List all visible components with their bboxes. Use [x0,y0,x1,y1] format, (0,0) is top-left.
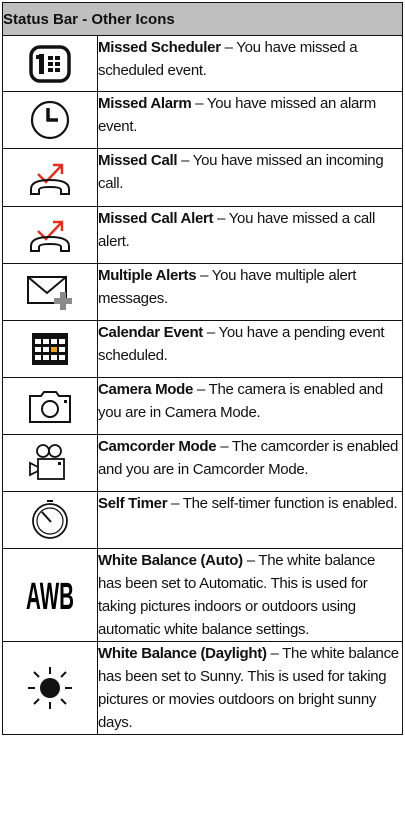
status-bar-icons-table: Status Bar - Other Icons Missed Schedule… [2,2,403,735]
row-text: – The self-timer function is enabled. [167,495,398,512]
table-row: AWB White Balance (Auto) – The white bal… [2,548,403,642]
row-description: Self Timer – The self-timer function is … [97,491,403,549]
table-row: Self Timer – The self-timer function is … [2,491,403,549]
row-description: Missed Scheduler – You have missed a sch… [97,35,403,92]
missed-alarm-icon [2,91,98,149]
row-description: Calendar Event – You have a pending even… [97,320,403,378]
row-title: Calendar Event [98,324,204,341]
table-row: Missed Call – You have missed an incomin… [2,148,403,207]
row-title: White Balance (Auto) [98,552,243,569]
table-row: Camcorder Mode – The camcorder is enable… [2,434,403,492]
row-description: Multiple Alerts – You have multiple aler… [97,263,403,321]
row-title: White Balance (Daylight) [98,645,267,662]
row-description: White Balance (Auto) – The white balance… [97,548,403,642]
row-title: Missed Call [98,152,178,169]
page: Status Bar - Other Icons Missed Schedule… [0,0,405,818]
row-description: Camcorder Mode – The camcorder is enable… [97,434,403,492]
row-title: Missed Alarm [98,95,192,112]
table-row: White Balance (Daylight) – The white bal… [2,641,403,735]
self-timer-icon [2,491,98,549]
table-row: Missed Call Alert – You have missed a ca… [2,206,403,264]
row-description: Missed Alarm – You have missed an alarm … [97,91,403,149]
table-header: Status Bar - Other Icons [2,2,403,36]
sun-icon [2,641,98,735]
row-title: Camera Mode [98,381,194,398]
row-title: Camcorder Mode [98,438,217,455]
table-row: Calendar Event – You have a pending even… [2,320,403,378]
table-header-row: Status Bar - Other Icons [2,2,403,36]
row-description: White Balance (Daylight) – The white bal… [97,641,403,735]
camcorder-mode-icon [2,434,98,492]
awb-icon-label: AWB [26,576,74,615]
table-row: Multiple Alerts – You have multiple aler… [2,263,403,321]
row-title: Missed Scheduler [98,39,221,56]
table-row: Missed Alarm – You have missed an alarm … [2,91,403,149]
row-title: Multiple Alerts [98,267,197,284]
table-row: Missed Scheduler – You have missed a sch… [2,35,403,92]
missed-call-alert-icon [2,206,98,264]
missed-scheduler-icon [2,35,98,92]
calendar-event-icon [2,320,98,378]
awb-icon: AWB [2,548,98,642]
row-description: Missed Call Alert – You have missed a ca… [97,206,403,264]
row-description: Camera Mode – The camera is enabled and … [97,377,403,435]
multiple-alerts-icon [2,263,98,321]
table-row: Camera Mode – The camera is enabled and … [2,377,403,435]
missed-call-icon [2,148,98,207]
camera-mode-icon [2,377,98,435]
row-description: Missed Call – You have missed an incomin… [97,148,403,207]
row-title: Self Timer [98,495,168,512]
row-title: Missed Call Alert [98,210,214,227]
